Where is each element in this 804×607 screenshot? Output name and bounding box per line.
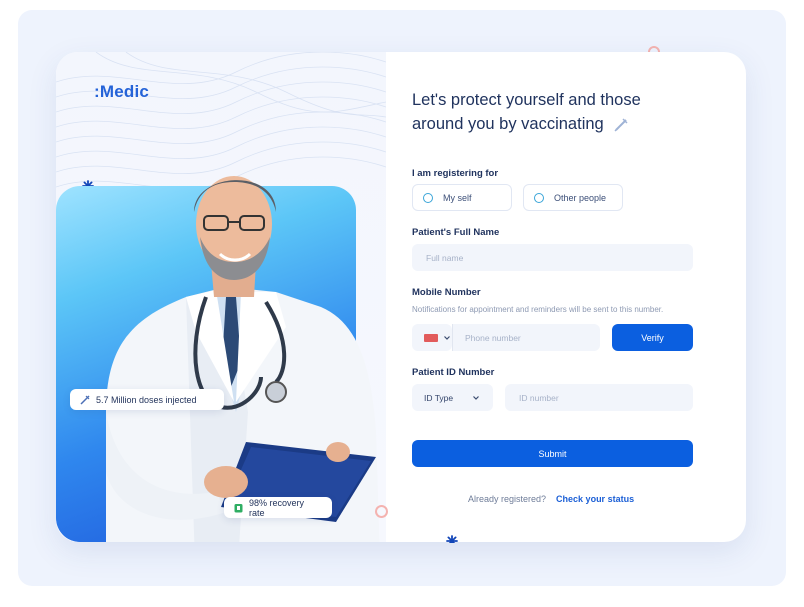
recovery-icon <box>234 503 243 512</box>
fullname-label: Patient's Full Name <box>412 227 500 238</box>
radio-option-self-label: My self <box>443 192 472 203</box>
id-number-input[interactable]: ID number <box>505 384 693 411</box>
radio-option-other-label: Other people <box>554 192 607 203</box>
submit-button[interactable]: Submit <box>412 440 693 467</box>
recovery-stat-text: 98% recovery rate <box>249 497 305 518</box>
id-type-value: ID Type <box>424 392 454 403</box>
mobile-label: Mobile Number <box>412 287 481 298</box>
star-decoration-icon <box>446 535 458 543</box>
page-title: Let's protect yourself and those around … <box>412 88 712 136</box>
syringe-icon <box>614 118 628 132</box>
already-registered-text: Already registered? <box>468 494 547 504</box>
doctor-illustration <box>106 176 380 542</box>
ring-decoration <box>375 505 388 518</box>
doses-stat-text: 5.7 Million doses injected <box>96 394 197 405</box>
country-code-select[interactable] <box>412 324 452 351</box>
verify-button[interactable]: Verify <box>612 324 693 351</box>
radio-circle-icon <box>534 192 544 203</box>
registering-for-label: I am registering for <box>412 168 499 179</box>
doses-stat-badge: 5.7 Million doses injected <box>70 389 224 410</box>
chevron-down-icon <box>473 395 479 400</box>
headline-line-2: around you by vaccinating <box>412 115 604 133</box>
check-status-link[interactable]: Check your status <box>556 494 634 504</box>
flag-icon <box>424 333 438 342</box>
id-type-select[interactable]: ID Type <box>412 384 493 411</box>
headline-line-1: Let's protect yourself and those <box>412 91 641 109</box>
syringe-icon <box>80 394 90 405</box>
chevron-down-icon <box>444 335 450 340</box>
registration-card: :Medic 5.7 Million doses injected 98% re… <box>56 52 746 542</box>
radio-option-other[interactable]: Other people <box>523 184 623 211</box>
phone-input[interactable]: Phone number <box>452 324 600 351</box>
recovery-stat-badge: 98% recovery rate <box>224 497 332 518</box>
registration-form: Let's protect yourself and those around … <box>412 52 746 542</box>
mobile-hint-text: Notifications for appointment and remind… <box>412 305 664 314</box>
hero-panel: :Medic 5.7 Million doses injected 98% re… <box>56 52 386 542</box>
radio-circle-icon <box>423 192 433 203</box>
radio-option-self[interactable]: My self <box>412 184 512 211</box>
fullname-input[interactable]: Full name <box>412 244 693 271</box>
medic-logo: :Medic <box>94 82 150 101</box>
check-status-row: Already registered? Check your status <box>468 494 634 504</box>
patient-id-label: Patient ID Number <box>412 367 495 378</box>
